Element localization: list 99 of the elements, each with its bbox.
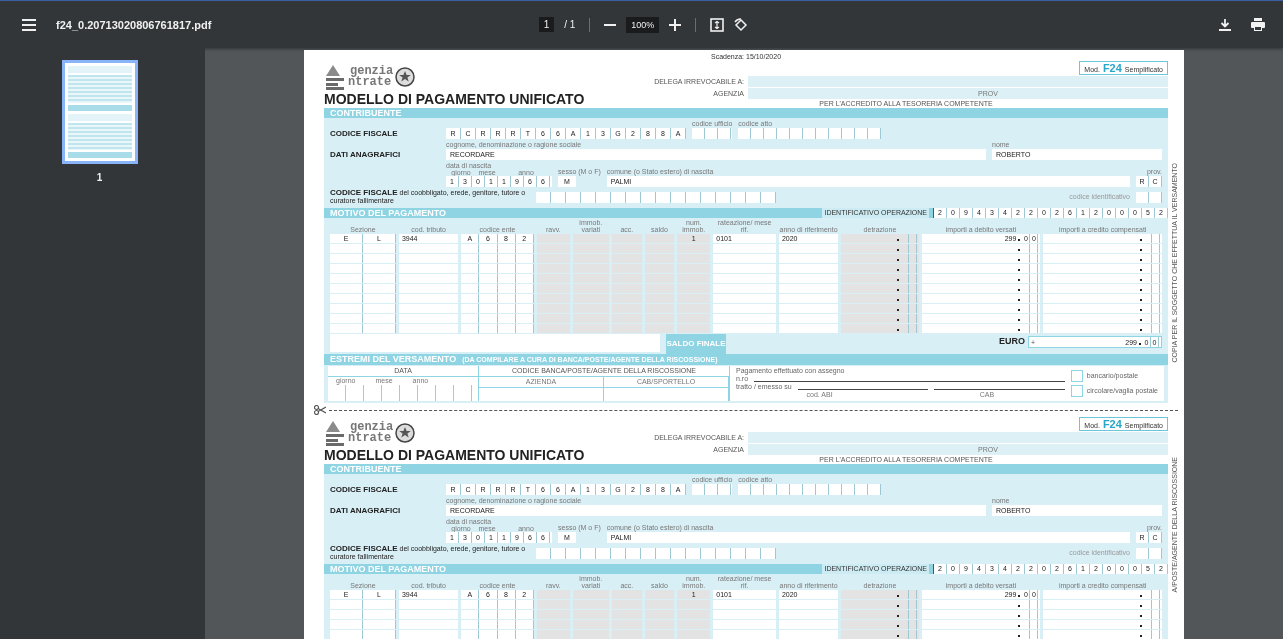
table-field xyxy=(778,304,839,313)
model-code: F24 xyxy=(1102,62,1122,74)
table-field xyxy=(778,620,839,629)
table-field xyxy=(330,314,396,323)
logo-text: ntrate xyxy=(348,433,392,444)
section-header: CONTRIBUENTE xyxy=(324,464,1168,474)
zoom-in-icon[interactable] xyxy=(669,18,682,31)
table-field xyxy=(713,254,776,263)
fit-page-icon[interactable] xyxy=(710,17,725,32)
print-icon[interactable] xyxy=(1251,18,1265,31)
logo-text: genzia xyxy=(350,66,394,77)
table-field xyxy=(713,314,776,323)
table-field xyxy=(778,244,839,253)
table-field xyxy=(713,264,776,273)
section-title: MOTIVO DEL PAGAMENTO xyxy=(330,208,446,218)
table-field xyxy=(398,284,459,293)
logo-mark-icon xyxy=(324,420,346,446)
row-label: DATI ANAGRAFICI xyxy=(330,506,402,516)
table-field xyxy=(778,600,839,609)
page-count: / 1 xyxy=(564,19,576,30)
table-field xyxy=(713,620,776,629)
model-code: F24 xyxy=(1102,418,1122,430)
table-field xyxy=(330,630,396,639)
table-field xyxy=(398,620,459,629)
section-title: MOTIVO DEL PAGAMENTO xyxy=(330,564,446,574)
table-field xyxy=(572,324,609,333)
table-field xyxy=(778,284,839,293)
table-field xyxy=(330,610,396,619)
checkbox[interactable] xyxy=(1070,385,1083,397)
table-field xyxy=(330,284,396,293)
table-field xyxy=(778,314,839,323)
table-field xyxy=(330,304,396,313)
table-field xyxy=(677,324,711,333)
code-field xyxy=(1136,191,1162,203)
page-number-field[interactable]: 1 xyxy=(538,17,555,32)
table-field xyxy=(713,244,776,253)
table-field xyxy=(644,324,675,333)
logo-mark-icon xyxy=(324,64,346,90)
row-label: CODICE FISCALE xyxy=(330,129,399,139)
file-name: f24_0.20713020806761817.pdf xyxy=(56,18,212,31)
checkbox[interactable] xyxy=(1070,370,1083,382)
table-field xyxy=(330,274,396,283)
table-field xyxy=(778,274,839,283)
table-field xyxy=(398,254,459,263)
form-title: MODELLO DI PAGAMENTO UNIFICATO xyxy=(324,447,586,463)
total-label: SALDO FINALE xyxy=(666,334,726,354)
table-field xyxy=(713,294,776,303)
table-field xyxy=(330,600,396,609)
table-field xyxy=(778,294,839,303)
table-field xyxy=(398,264,459,273)
section-header: CONTRIBUENTE xyxy=(324,108,1168,118)
row-label: DATI ANAGRAFICI xyxy=(330,150,402,160)
emblem-icon xyxy=(395,423,416,443)
page-thumbnail[interactable] xyxy=(61,60,138,164)
code-field xyxy=(1136,547,1162,559)
table-field xyxy=(398,610,459,619)
table-field xyxy=(713,304,776,313)
section-title: ESTREMI DEL VERSAMENTO xyxy=(330,354,457,364)
table-field xyxy=(713,630,776,639)
table-field xyxy=(713,610,776,619)
table-field xyxy=(398,314,459,323)
table-field xyxy=(398,324,459,333)
table-field xyxy=(398,294,459,303)
row-label: CODICE FISCALE xyxy=(330,485,399,495)
table-field xyxy=(330,244,396,253)
table-field xyxy=(330,620,396,629)
table-field xyxy=(330,254,396,263)
table-field xyxy=(778,630,839,639)
emblem-icon xyxy=(395,67,416,87)
page-number: 1 xyxy=(96,172,103,183)
table-field xyxy=(330,324,396,333)
scissors-icon xyxy=(314,405,326,415)
table-field xyxy=(778,254,839,263)
table-field xyxy=(713,600,776,609)
table-field xyxy=(778,264,839,273)
table-field xyxy=(778,610,839,619)
rotate-icon[interactable] xyxy=(734,17,749,32)
logo-text: genzia xyxy=(350,422,394,433)
table-field xyxy=(398,600,459,609)
table-field xyxy=(713,274,776,283)
table-field xyxy=(398,274,459,283)
table-field xyxy=(330,264,396,273)
table-field xyxy=(713,284,776,293)
zoom-field[interactable]: 100% xyxy=(626,16,660,33)
table-field xyxy=(778,324,839,333)
table-field xyxy=(330,294,396,303)
table-field xyxy=(536,324,570,333)
table-field xyxy=(398,244,459,253)
menu-icon[interactable] xyxy=(22,18,36,31)
logo-text: ntrate xyxy=(348,77,392,88)
download-icon[interactable] xyxy=(1219,18,1231,31)
table-field xyxy=(398,304,459,313)
code-field xyxy=(692,128,733,139)
form-title: MODELLO DI PAGAMENTO UNIFICATO xyxy=(324,91,586,107)
table-field xyxy=(713,324,776,333)
table-field xyxy=(398,630,459,639)
table-field xyxy=(611,324,642,333)
code-field xyxy=(692,484,733,495)
currency-label: EURO xyxy=(999,336,1025,346)
